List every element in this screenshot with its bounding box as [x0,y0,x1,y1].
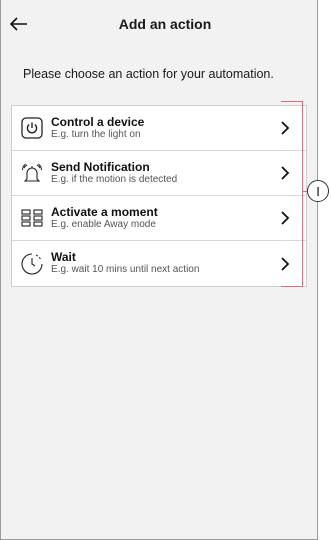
action-item-activate-moment[interactable]: Activate a moment E.g. enable Away mode [12,196,306,241]
action-title: Wait [51,250,76,264]
action-subtitle: E.g. if the motion is detected [51,173,178,185]
action-item-control-device[interactable]: Control a device E.g. turn the light on [12,106,306,151]
bell-icon [19,160,45,186]
app-header: Add an action [1,0,317,50]
moment-grid-icon [19,205,45,231]
intro-text: Please choose an action for your automat… [23,67,274,81]
phone-screen: Add an action Please choose an action fo… [0,0,318,540]
action-item-wait[interactable]: Wait E.g. wait 10 mins until next action [12,241,306,286]
action-subtitle: E.g. wait 10 mins until next action [51,264,200,275]
callout-bracket [281,101,303,287]
timer-icon [19,251,45,277]
action-title: Activate a moment [51,204,158,219]
action-subtitle: E.g. enable Away mode [51,218,156,230]
action-list: Control a device E.g. turn the light on … [11,105,307,287]
action-title: Control a device [51,114,145,129]
callout-label: I [307,180,329,202]
power-icon [19,115,45,141]
action-subtitle: E.g. turn the light on [51,128,141,140]
action-title: Send Notification [51,159,150,174]
action-item-send-notification[interactable]: Send Notification E.g. if the motion is … [12,151,306,196]
page-title: Add an action [118,16,212,32]
